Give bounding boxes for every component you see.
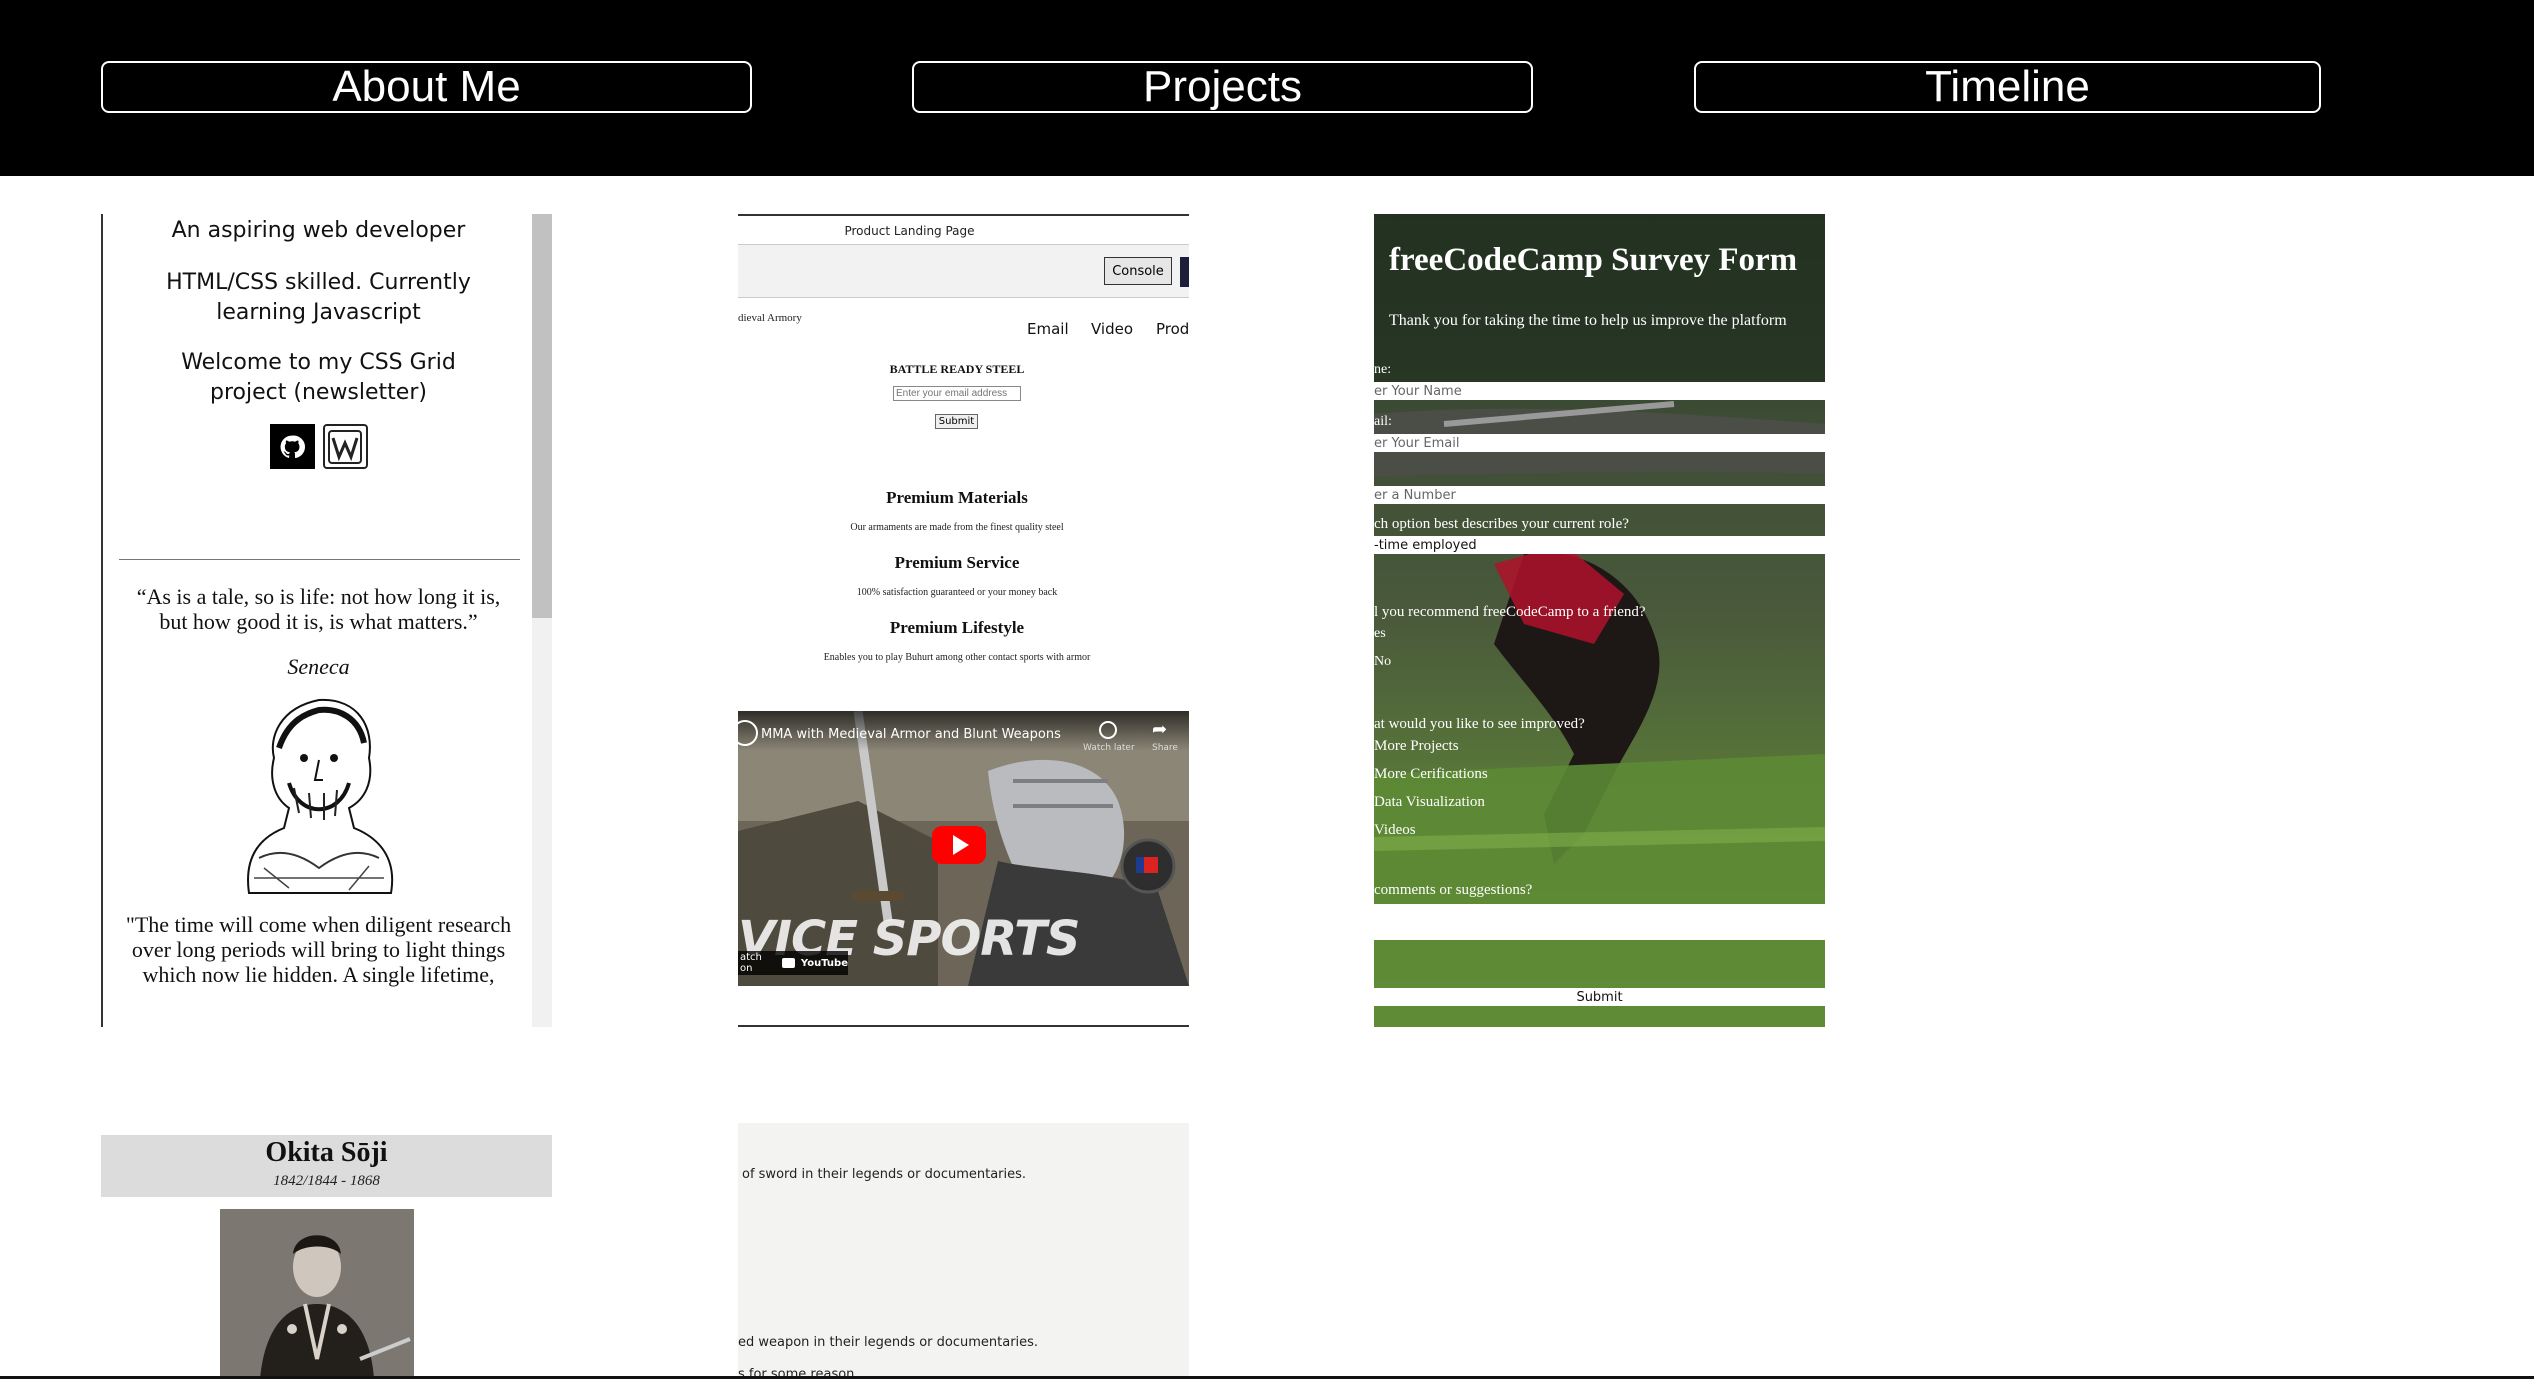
feature-text-service: 100% satisfaction guaranteed or your mon… — [856, 587, 1058, 598]
checkbox-more-projects[interactable]: More Projects — [1374, 738, 1459, 755]
quote-text: “As is a tale, so is life: not how long … — [136, 584, 501, 634]
okita-portrait-image — [220, 1209, 414, 1379]
improve-label: at would you like to see improved? — [1374, 716, 1585, 732]
watch-on-youtube[interactable]: atch on YouTube — [738, 951, 848, 975]
radio-yes[interactable]: es — [1374, 626, 1386, 642]
github-icon[interactable] — [269, 424, 315, 469]
name-label: ne: — [1374, 362, 1392, 377]
scrollbar[interactable] — [532, 214, 552, 1027]
seneca-bust-image — [117, 688, 520, 898]
hero-title: BATTLE READY STEEL — [889, 362, 1025, 376]
doc-line-1: of sword in their legends or documentari… — [742, 1167, 1027, 1182]
checkbox-data-visualization[interactable]: Data Visualization — [1374, 794, 1485, 811]
comments-label: comments or suggestions? — [1374, 882, 1533, 898]
feature-text-materials: Our armaments are made from the finest q… — [850, 522, 1064, 533]
brand-name: dieval Armory — [738, 312, 802, 324]
about-me-button[interactable]: About Me — [101, 61, 752, 113]
survey-title: freeCodeCamp Survey Form — [1389, 242, 1798, 278]
codepen-toolbar: Console — [738, 244, 1189, 298]
social-links — [117, 424, 520, 469]
play-button[interactable] — [932, 826, 986, 864]
checkbox-more-certifications[interactable]: More Cerifications — [1374, 766, 1488, 783]
email-input[interactable]: er Your Email — [1374, 434, 1825, 452]
survey-subtitle: Thank you for taking the time to help us… — [1389, 312, 1787, 329]
number-input[interactable]: er a Number — [1374, 486, 1825, 504]
play-icon — [953, 835, 969, 855]
youtube-logo-icon — [781, 958, 795, 968]
landing-page-project-frame[interactable]: Product Landing Page Console dieval Armo… — [738, 214, 1189, 1027]
checkbox-videos[interactable]: Videos — [1374, 822, 1416, 839]
email-label: ail: — [1374, 414, 1392, 429]
profile-welcome: Welcome to my CSS Grid project (newslett… — [181, 350, 456, 405]
tribute-dates: 1842/1844 - 1868 — [273, 1173, 380, 1189]
role-select[interactable]: -time employed — [1374, 536, 1825, 554]
watch-on-label: atch on — [740, 952, 762, 974]
toolbar-edge — [1180, 257, 1189, 287]
clock-icon[interactable] — [1099, 721, 1117, 739]
video-title[interactable]: MMA with Medieval Armor and Blunt Weapon… — [761, 727, 1061, 742]
email-submit-button[interactable]: Submit — [935, 414, 978, 429]
survey-form-project-frame[interactable]: freeCodeCamp Survey Form Thank you for t… — [1374, 214, 1825, 1027]
top-nav-bar: About Me Projects Timeline — [0, 0, 2534, 176]
quote-author: Seneca — [287, 654, 350, 679]
watch-later-label: Watch later — [1083, 743, 1135, 753]
share-icon[interactable]: ➦ — [1152, 719, 1167, 740]
share-label: Share — [1152, 743, 1178, 753]
role-label: ch option best describes your current ro… — [1374, 516, 1629, 532]
nav-link-video[interactable]: Video — [1091, 320, 1133, 338]
doc-line-2: ed weapon in their legends or documentar… — [738, 1335, 1039, 1350]
video-embed[interactable]: VICE SPORTS MMA with Medieval Armor and … — [738, 711, 1189, 986]
profile-tagline: An aspiring web developer — [171, 218, 466, 243]
recommend-label: l you recommend freeCodeCamp to a friend… — [1374, 604, 1646, 620]
survey-header: freeCodeCamp Survey Form Thank you for t… — [1374, 214, 1825, 382]
wordpress-icon[interactable] — [322, 424, 368, 469]
comments-textarea[interactable] — [1374, 904, 1825, 940]
tribute-project-frame[interactable]: Okita Sōji 1842/1844 - 1868 — [101, 1135, 552, 1379]
nav-link-product[interactable]: Prod — [1156, 320, 1189, 338]
profile-skills: HTML/CSS skilled. Currently learning Jav… — [166, 270, 471, 325]
scrollbar-thumb[interactable] — [532, 214, 552, 618]
tribute-name: Okita Sōji — [265, 1137, 388, 1168]
tribute-header: Okita Sōji 1842/1844 - 1868 — [101, 1135, 552, 1197]
timeline-button[interactable]: Timeline — [1694, 61, 2321, 113]
feature-text-lifestyle: Enables you to play Buhurt among other c… — [823, 652, 1091, 663]
nav-link-email[interactable]: Email — [1027, 320, 1069, 338]
feature-title-lifestyle: Premium Lifestyle — [889, 618, 1025, 637]
survey-submit-button[interactable]: Submit — [1374, 988, 1825, 1006]
console-button[interactable]: Console — [1104, 257, 1172, 285]
divider — [119, 559, 520, 560]
projects-button[interactable]: Projects — [912, 61, 1533, 113]
youtube-label: YouTube — [800, 957, 848, 969]
radio-no[interactable]: No — [1374, 654, 1391, 670]
landing-page-title: Product Landing Page — [844, 224, 975, 238]
name-input[interactable]: er Your Name — [1374, 382, 1825, 400]
feature-title-materials: Premium Materials — [886, 488, 1028, 507]
quote-text-2: "The time will come when diligent resear… — [125, 912, 512, 987]
email-input[interactable] — [893, 386, 1021, 401]
documentation-project-frame[interactable]: of sword in their legends or documentari… — [738, 1123, 1189, 1379]
profile-project-frame[interactable]: An aspiring web developer HTML/CSS skill… — [101, 214, 552, 1027]
feature-title-service: Premium Service — [894, 553, 1020, 572]
